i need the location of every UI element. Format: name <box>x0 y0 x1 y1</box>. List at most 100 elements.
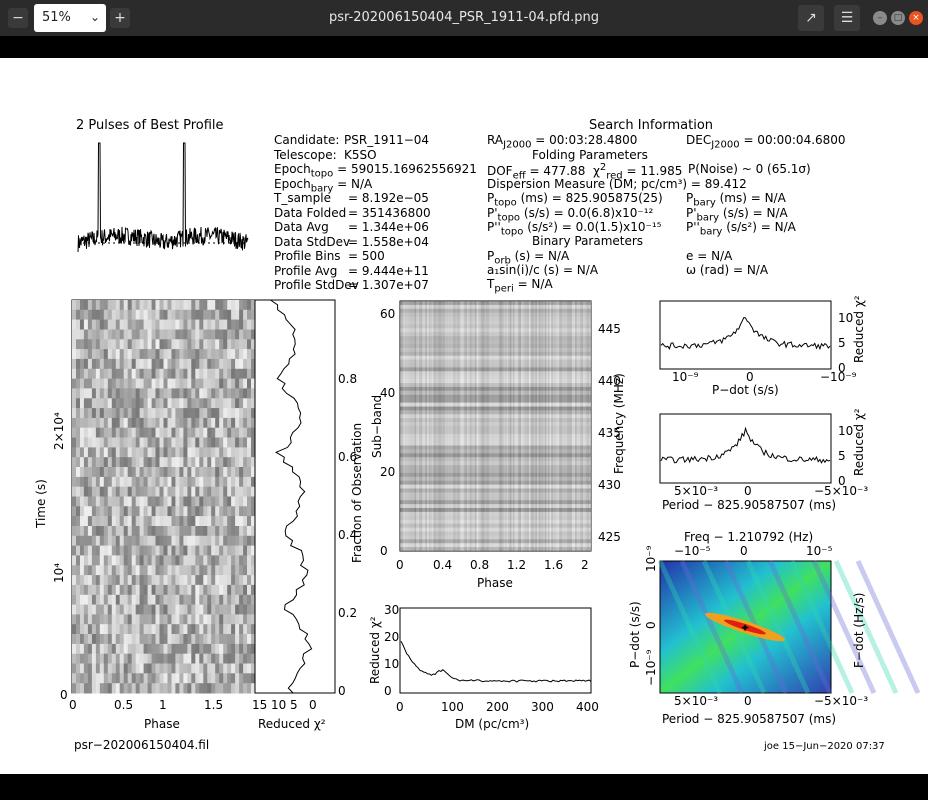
pfd-plot-image: 2 Pulses of Best Profile Search Informat… <box>0 58 928 774</box>
subband-row <box>400 394 591 399</box>
close-button[interactable]: × <box>909 11 923 25</box>
time-phase-cell <box>247 594 252 606</box>
time-phase-cell <box>139 358 145 370</box>
time-phase-cell <box>195 339 200 350</box>
time-phase-cell <box>183 408 188 419</box>
time-phase-cell <box>127 663 133 674</box>
time-phase-cell <box>215 378 220 389</box>
time-phase-cell <box>243 349 248 360</box>
fullscreen-button[interactable]: ↗ <box>798 5 824 31</box>
time-phase-cell <box>183 329 188 340</box>
time-phase-cell <box>115 408 121 419</box>
time-phase-cell <box>107 663 113 674</box>
time-phase-cell <box>235 555 240 566</box>
time-phase-cell <box>111 378 117 389</box>
time-phase-cell <box>107 604 113 615</box>
subband-row <box>400 461 591 466</box>
time-phase-cell <box>195 614 200 625</box>
time-phase-cell <box>111 643 117 655</box>
time-phase-cell <box>80 604 85 615</box>
time-phase-cell <box>87 447 93 458</box>
time-phase-cell <box>151 408 157 419</box>
subband-row <box>400 359 591 364</box>
time-phase-cell <box>199 358 204 370</box>
time-phase-cell <box>111 408 117 419</box>
time-phase-cell <box>76 300 81 311</box>
time-phase-cell <box>243 516 248 527</box>
time-phase-cell <box>171 555 176 566</box>
time-phase-cell <box>80 467 85 478</box>
time-phase-cell <box>115 594 121 606</box>
time-phase-cell <box>227 408 232 419</box>
period-xtick: 5×10⁻³ <box>674 484 719 498</box>
time-phase-cell <box>131 496 137 507</box>
time-phase-cell <box>72 300 77 311</box>
time-phase-cell <box>207 624 212 635</box>
time-phase-cell <box>211 663 216 674</box>
time-phase-cell <box>239 457 244 468</box>
time-phase-cell <box>187 663 192 674</box>
time-phase-cell <box>139 594 145 606</box>
time-phase-cell <box>247 349 252 360</box>
time-phase-cell <box>139 634 145 645</box>
time-phase-cell <box>179 604 184 615</box>
minimize-button[interactable]: – <box>873 11 887 25</box>
time-phase-cell <box>159 683 164 694</box>
redchi-frame <box>254 299 336 694</box>
time-phase-cell <box>80 584 85 596</box>
time-phase-cell <box>243 427 248 438</box>
time-phase-cell <box>127 624 133 635</box>
time-phase-cell <box>195 457 200 468</box>
time-phase-cell <box>139 417 145 429</box>
time-phase-cell <box>147 309 153 321</box>
time-phase-cell <box>151 358 157 370</box>
time-ytick: 2×10⁴ <box>52 412 66 450</box>
time-phase-cell <box>227 476 232 488</box>
time-phase-cell <box>143 653 149 664</box>
menu-button[interactable]: ☰ <box>834 5 860 31</box>
time-phase-cell <box>143 319 149 330</box>
time-phase-cell <box>107 358 113 370</box>
time-phase-cell <box>119 614 125 625</box>
subband-row <box>400 355 591 360</box>
time-phase-cell <box>235 417 240 429</box>
time-phase-cell <box>119 604 125 615</box>
time-phase-cell <box>135 417 141 429</box>
time-phase-cell <box>179 309 184 321</box>
time-phase-cell <box>76 467 81 478</box>
time-phase-cell <box>199 476 204 488</box>
time-phase-cell <box>111 634 117 645</box>
time-phase-cell <box>103 319 109 330</box>
time-phase-cell <box>171 565 176 576</box>
time-phase-cell <box>203 339 208 350</box>
time-phase-cell <box>231 584 236 596</box>
time-phase-cell <box>72 496 77 507</box>
time-phase-cell <box>203 634 208 645</box>
time-phase-cell <box>163 447 168 458</box>
time-phase-cell <box>147 663 153 674</box>
time-phase-cell <box>159 653 164 664</box>
time-phase-cell <box>183 584 188 596</box>
time-phase-cell <box>127 388 133 399</box>
time-phase-cell <box>131 358 137 370</box>
time-phase-cell <box>215 545 220 556</box>
time-phase-cell <box>215 388 220 399</box>
time-phase-cell <box>171 653 176 664</box>
time-phase-cell <box>95 486 101 497</box>
maximize-button[interactable]: □ <box>891 11 905 25</box>
time-phase-cell <box>215 368 220 380</box>
time-phase-cell <box>239 604 244 615</box>
time-phase-cell <box>147 614 153 625</box>
time-phase-cell <box>87 683 93 694</box>
time-phase-cell <box>235 358 240 370</box>
time-phase-cell <box>95 535 101 547</box>
time-phase-cell <box>127 358 133 370</box>
time-phase-cell <box>223 368 228 380</box>
time-phase-cell <box>191 496 196 507</box>
time-phase-cell <box>183 535 188 547</box>
time-phase-cell <box>72 457 77 468</box>
time-phase-cell <box>231 398 236 409</box>
period-ytick: 5 <box>838 449 846 463</box>
time-phase-cell <box>235 673 240 684</box>
time-phase-cell <box>83 506 89 517</box>
